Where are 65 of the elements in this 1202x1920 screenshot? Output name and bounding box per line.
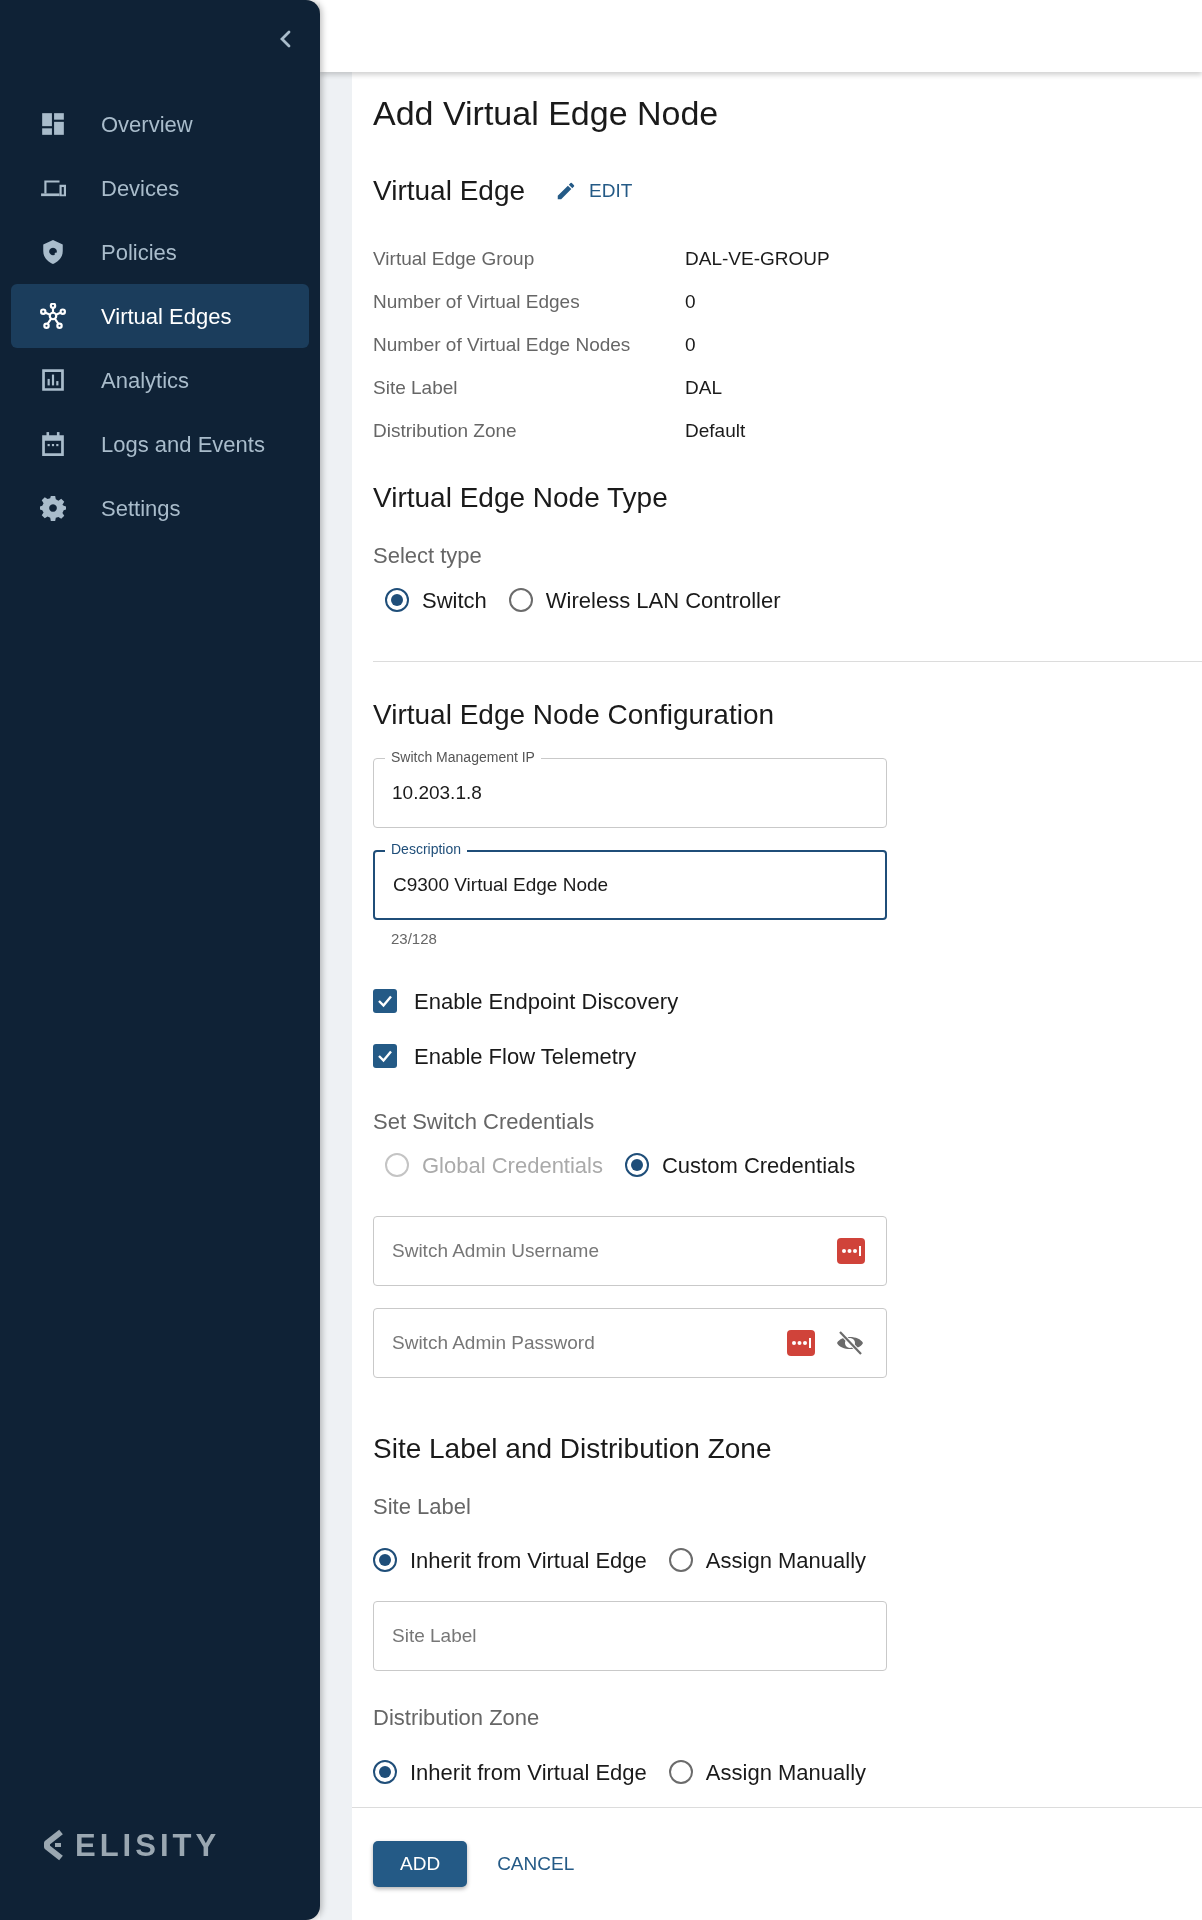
radio-option[interactable]: Switch	[385, 583, 487, 617]
group-label: Distribution Zone	[373, 1704, 541, 1732]
grid-icon	[40, 111, 66, 137]
group-label: Site Label	[373, 1493, 472, 1521]
checkbox[interactable]	[373, 989, 397, 1013]
detail-value: 0	[685, 290, 696, 315]
radio-option[interactable]: Assign Manually	[668, 1543, 866, 1577]
edit-button[interactable]: EDIT	[555, 176, 633, 206]
radio-button[interactable]	[373, 1548, 397, 1572]
nav-item[interactable]: Logs and Events	[11, 412, 309, 476]
character-counter: 23/128	[390, 930, 438, 948]
password-field[interactable]: Switch Admin Password	[373, 1308, 887, 1378]
nav-item[interactable]: Virtual Edges	[11, 284, 309, 348]
field-label: Description	[385, 841, 468, 857]
radio-button[interactable]	[668, 1760, 693, 1784]
cancel-button[interactable]: CANCEL	[493, 1841, 579, 1887]
logo-icon	[43, 1829, 65, 1861]
nav-item[interactable]: Overview	[11, 92, 309, 156]
detail-value: Default	[685, 419, 746, 444]
radio-button[interactable]	[508, 588, 533, 612]
radio-option[interactable]: Inherit from Virtual Edge	[373, 1755, 647, 1789]
nav-item[interactable]: Devices	[11, 156, 309, 220]
detail-label: Distribution Zone	[373, 419, 518, 444]
password-manager-icon[interactable]	[837, 1238, 865, 1264]
radio-option[interactable]: Custom Credentials	[625, 1148, 856, 1182]
hidden-eye-icon[interactable]	[835, 1330, 865, 1356]
radio-option[interactable]: Assign Manually	[668, 1755, 866, 1789]
section-heading: Site Label and Distribution Zone	[373, 1433, 773, 1465]
detail-label: Site Label	[373, 376, 459, 401]
detail-value: DAL-VE-GROUP	[685, 247, 830, 272]
section-heading: Virtual Edge Node Type	[373, 482, 669, 514]
radio-button[interactable]	[385, 588, 409, 612]
group-label: Set Switch Credentials	[373, 1108, 596, 1136]
username-field[interactable]: Switch Admin Username	[373, 1216, 887, 1286]
page-title: Add Virtual Edge Node	[373, 93, 720, 133]
checkbox-option[interactable]: Enable Flow Telemetry	[373, 1036, 1202, 1076]
nav-item[interactable]: Analytics	[11, 348, 309, 412]
detail-value: DAL	[685, 376, 722, 401]
detail-value: 0	[685, 333, 696, 358]
password-manager-icon[interactable]	[787, 1330, 815, 1356]
shield-icon	[40, 239, 66, 265]
chart-icon	[40, 367, 66, 393]
calendar-icon	[40, 431, 66, 457]
radio-option[interactable]: Inherit from Virtual Edge	[373, 1543, 647, 1577]
field-label: Switch Management IP	[385, 749, 541, 765]
nav-item[interactable]: Settings	[11, 476, 309, 540]
radio-button[interactable]	[668, 1548, 693, 1572]
checkbox-option[interactable]: Enable Endpoint Discovery	[373, 981, 1202, 1021]
settings-icon	[40, 495, 66, 521]
checkbox[interactable]	[373, 1044, 397, 1068]
network-icon	[40, 303, 66, 329]
detail-label: Virtual Edge Group	[373, 247, 536, 272]
nav-item[interactable]: Policies	[11, 220, 309, 284]
group-label: Select type	[373, 542, 483, 570]
collapse-icon[interactable]	[278, 29, 292, 49]
section-heading: Virtual Edge Node Configuration	[373, 699, 776, 731]
add-button[interactable]: ADD	[373, 1841, 468, 1887]
radio-option[interactable]: Wireless LAN Controller	[508, 583, 781, 617]
radio-button[interactable]	[373, 1760, 397, 1784]
detail-label: Number of Virtual Edge Nodes	[373, 333, 632, 358]
radio-button[interactable]	[625, 1153, 649, 1177]
site-label-field[interactable]: Site Label	[373, 1601, 887, 1671]
section-heading: Virtual Edge	[373, 175, 526, 207]
logo-text: ELISITY	[75, 1829, 221, 1861]
detail-label: Number of Virtual Edges	[373, 290, 581, 315]
